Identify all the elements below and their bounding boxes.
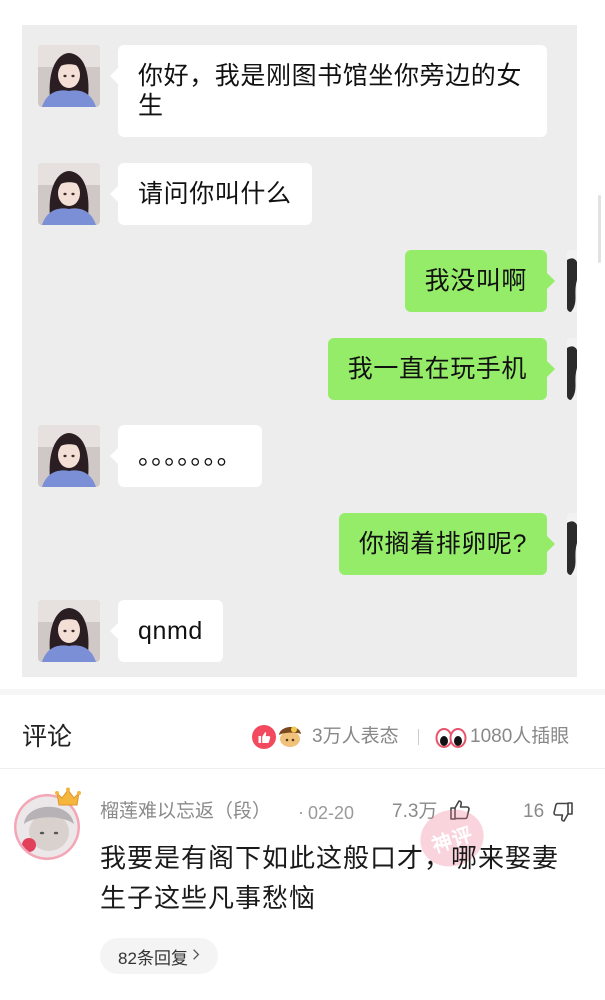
- eyes-icon[interactable]: [435, 726, 467, 748]
- contact-avatar: [38, 45, 100, 107]
- replies-label: 82条回复: [118, 948, 188, 968]
- hat-reaction-icon[interactable]: [276, 722, 304, 748]
- header-divider: [418, 729, 419, 745]
- contact-avatar: [38, 600, 100, 662]
- chat-screenshot-image[interactable]: 你好，我是刚图书馆坐你旁边的女生请问你叫什么我没叫啊我一直在玩手机。。。。。。。…: [22, 25, 577, 677]
- self-avatar: [567, 250, 577, 312]
- message-row: 你搁着排卵呢?: [38, 512, 577, 575]
- comments-header-divider: [0, 768, 605, 769]
- message-row: 你好，我是刚图书馆坐你旁边的女生: [38, 45, 577, 137]
- comment-text[interactable]: 我要是有阁下如此这般口才，哪来娶妻生子这些凡事愁恼: [100, 838, 577, 918]
- message-bubble: 你好，我是刚图书馆坐你旁边的女生: [110, 45, 547, 137]
- self-avatar: [567, 337, 577, 400]
- thumbs-down-icon[interactable]: [551, 800, 575, 824]
- comments-title: 评论: [22, 723, 73, 751]
- chat-messages: 你好，我是刚图书馆坐你旁边的女生请问你叫什么我没叫啊我一直在玩手机。。。。。。。…: [38, 45, 577, 662]
- dislike-count[interactable]: 16: [523, 801, 544, 823]
- eyes-count[interactable]: 1080人插眼: [470, 726, 569, 748]
- chevron-right-icon: [192, 946, 200, 966]
- crown-icon: [55, 787, 81, 807]
- message-row: 我一直在玩手机: [38, 337, 577, 400]
- message-bubble: 我一直在玩手机: [327, 337, 556, 400]
- message-row: 。。。。。。。: [38, 425, 577, 487]
- message-bubble: 你搁着排卵呢?: [338, 512, 556, 575]
- view-replies-button[interactable]: 82条回复: [100, 938, 218, 974]
- message-bubble: 我没叫啊: [404, 250, 556, 312]
- date-separator: ·: [298, 802, 304, 822]
- contact-avatar: [38, 425, 100, 487]
- scrollbar[interactable]: [598, 195, 601, 263]
- contact-avatar: [38, 162, 100, 225]
- message-bubble: 。。。。。。。: [109, 425, 263, 487]
- message-row: 请问你叫什么: [38, 162, 577, 225]
- commenter-username[interactable]: 榴莲难以忘返（段）: [100, 801, 271, 823]
- self-avatar: [567, 512, 577, 575]
- comment-date: 02-20: [308, 803, 355, 823]
- message-bubble: 请问你叫什么: [110, 162, 312, 225]
- thumbs-up-reaction-icon[interactable]: [252, 725, 276, 749]
- section-divider: [0, 689, 605, 695]
- message-bubble: qnmd: [110, 600, 223, 662]
- message-row: 我没叫啊: [38, 250, 577, 312]
- reactions-count[interactable]: 3万人表态: [312, 726, 399, 748]
- message-row: qnmd: [38, 600, 577, 662]
